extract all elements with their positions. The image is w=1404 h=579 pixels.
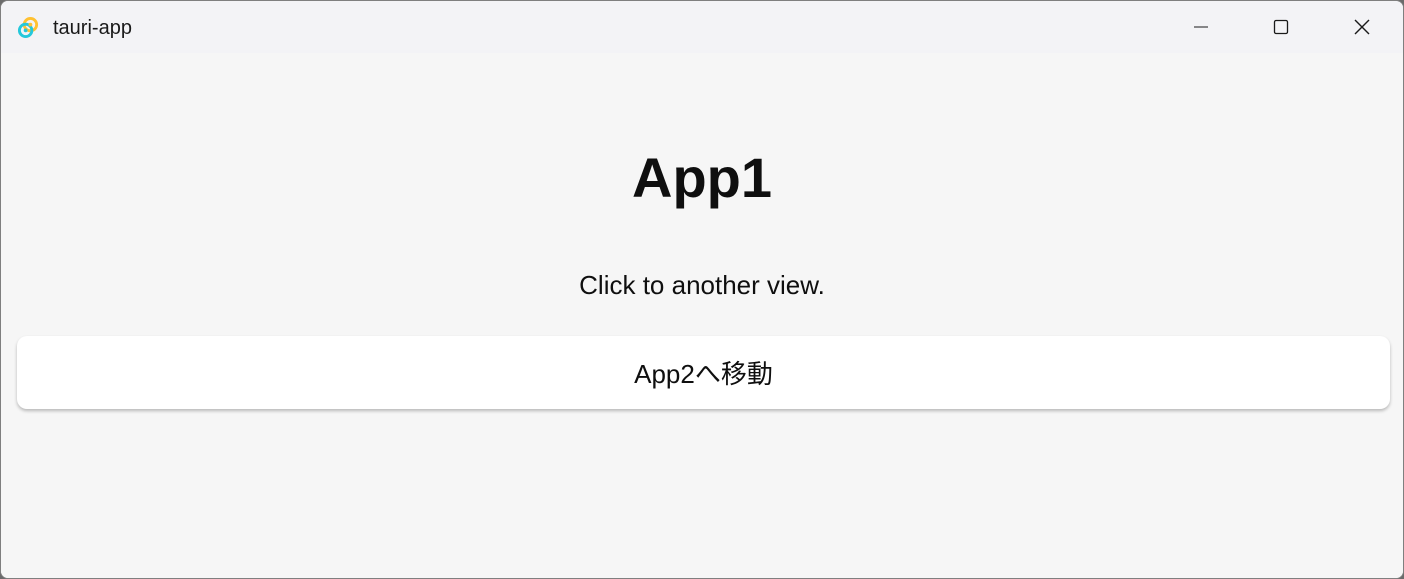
title-bar[interactable]: tauri-app <box>1 1 1403 53</box>
main-content: App1 Click to another view. App2へ移動 <box>1 53 1403 578</box>
maximize-icon <box>1273 19 1289 35</box>
close-icon <box>1354 19 1370 35</box>
maximize-button[interactable] <box>1241 1 1321 53</box>
minimize-button[interactable] <box>1161 1 1241 53</box>
page-description: Click to another view. <box>579 270 825 300</box>
go-to-app2-button[interactable]: App2へ移動 <box>17 336 1390 409</box>
tauri-logo-icon <box>17 16 39 39</box>
app-window: tauri-app App1 Click to another view. Ap… <box>0 0 1404 579</box>
page-title: App1 <box>632 146 772 209</box>
minimize-icon <box>1194 26 1208 28</box>
close-button[interactable] <box>1322 1 1402 53</box>
window-title: tauri-app <box>53 17 132 39</box>
